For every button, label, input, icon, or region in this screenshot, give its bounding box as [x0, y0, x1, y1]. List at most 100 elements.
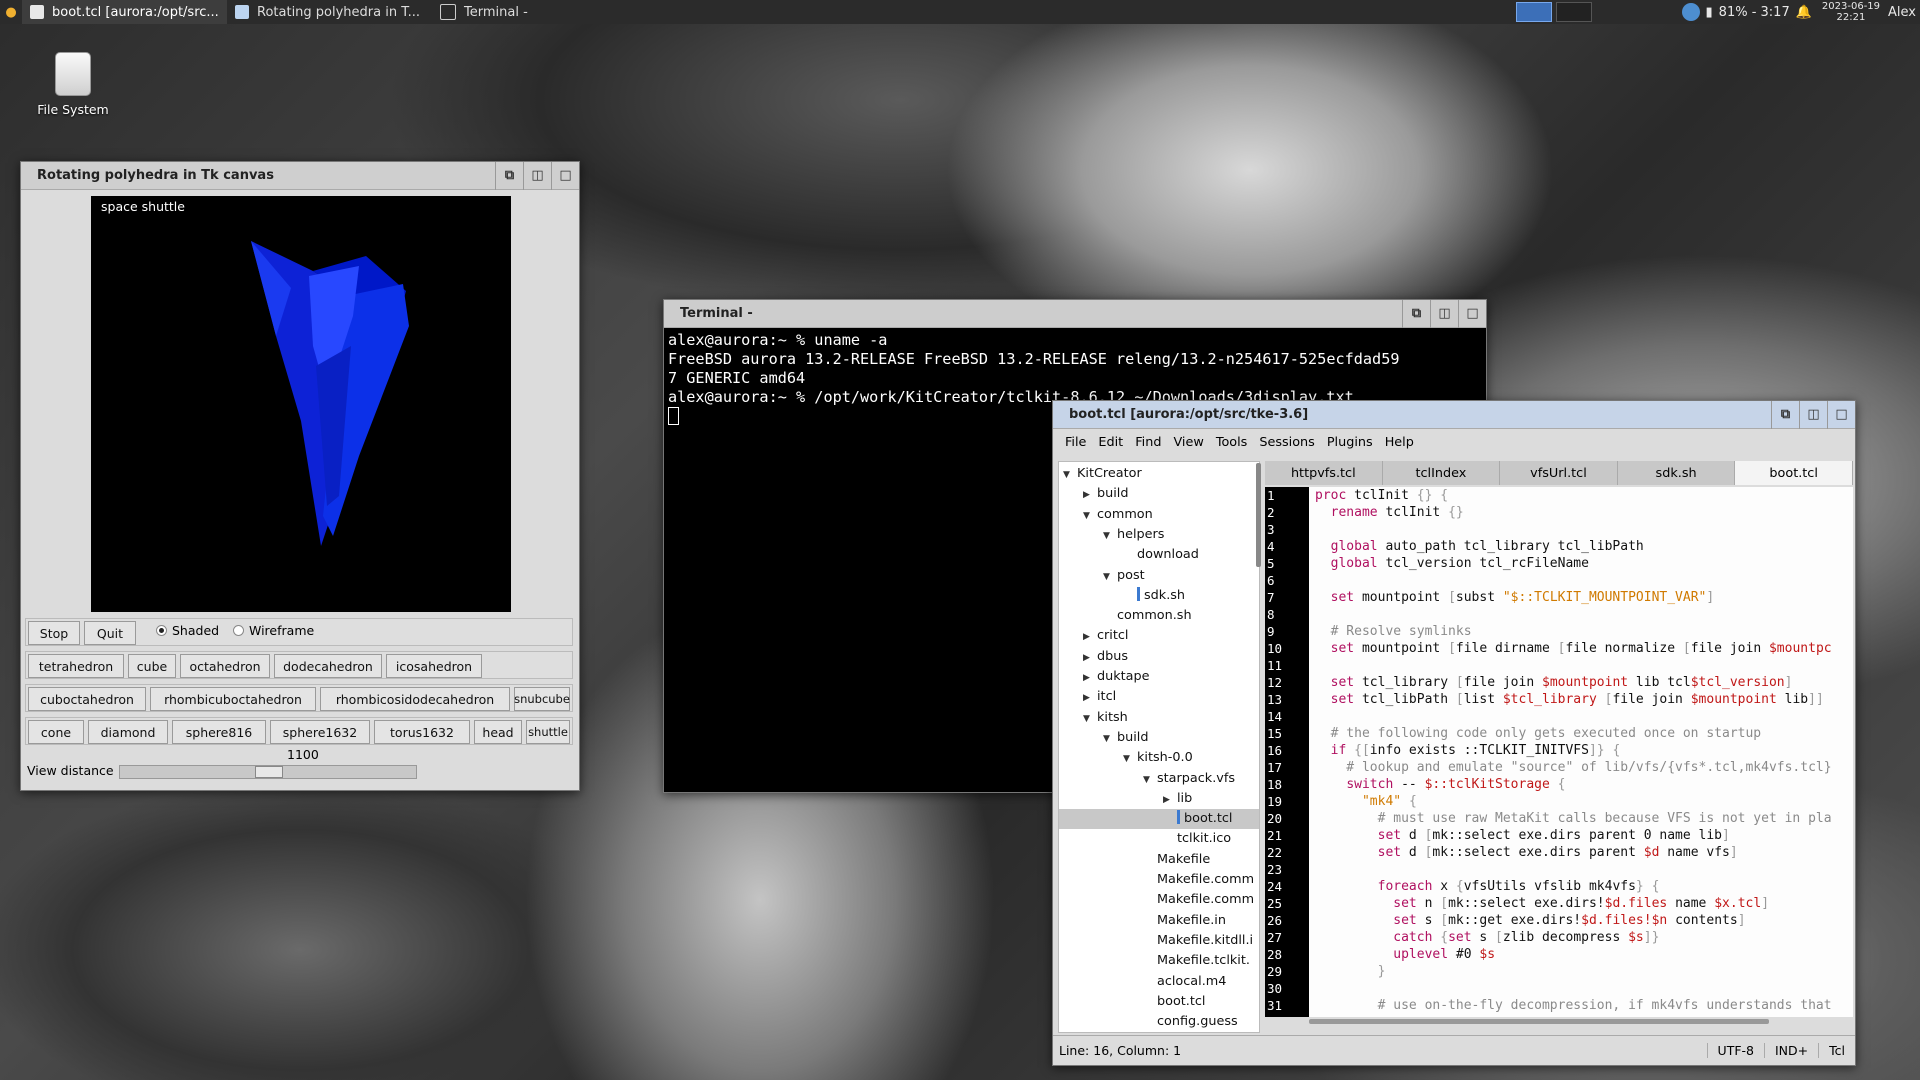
tree-item[interactable]: Makefile [1059, 850, 1259, 870]
menu-edit[interactable]: Edit [1092, 435, 1129, 450]
menu-view[interactable]: View [1167, 435, 1209, 450]
collapsed-arrow-icon[interactable]: ▶ [1083, 648, 1097, 668]
shape-button[interactable]: dodecahedron [274, 654, 382, 678]
task-button-editor[interactable]: boot.tcl [aurora:/opt/src... [22, 0, 227, 24]
workspace-2[interactable] [1555, 2, 1592, 22]
polyhedron-canvas[interactable]: space shuttle [91, 196, 511, 612]
tree-item[interactable]: boot.tcl [1059, 992, 1259, 1012]
expanded-arrow-icon[interactable]: ▼ [1103, 729, 1117, 749]
shape-button[interactable]: diamond [88, 720, 168, 744]
task-button-polyhedra[interactable]: Rotating polyhedra in T... [227, 0, 432, 24]
slider-thumb[interactable] [255, 766, 283, 778]
tree-item[interactable]: boot.tcl [1059, 809, 1259, 830]
tree-item[interactable]: Makefile.comm [1059, 890, 1259, 910]
shape-button[interactable]: snubcube [514, 687, 570, 711]
wireframe-radio[interactable]: Wireframe [233, 623, 314, 638]
shape-button[interactable]: shuttle [526, 720, 570, 744]
tree-item[interactable]: config.guess [1059, 1012, 1259, 1032]
view-distance-slider[interactable] [119, 765, 417, 779]
workspace-1[interactable] [1515, 2, 1552, 22]
menu-file[interactable]: File [1059, 435, 1092, 450]
tree-item[interactable]: ▼ post [1059, 566, 1259, 586]
editor-titlebar[interactable]: boot.tcl [aurora:/opt/src/tke-3.6] ⧉ ◫ □ [1053, 400, 1855, 429]
collapsed-arrow-icon[interactable]: ▶ [1163, 790, 1177, 810]
expanded-arrow-icon[interactable]: ▼ [1063, 465, 1077, 485]
menu-plugins[interactable]: Plugins [1321, 435, 1379, 450]
shape-button[interactable]: cone [28, 720, 84, 744]
restore-icon[interactable]: ⧉ [1771, 400, 1799, 429]
restore-icon[interactable]: ⧉ [1402, 299, 1430, 328]
tree-item[interactable]: tclkit.ico [1059, 829, 1259, 849]
expanded-arrow-icon[interactable]: ▼ [1143, 770, 1157, 790]
expanded-arrow-icon[interactable]: ▼ [1083, 506, 1097, 526]
notification-bell-icon[interactable]: 🔔 [1796, 5, 1812, 20]
maximize-icon[interactable]: ◫ [1799, 400, 1827, 429]
tree-item[interactable]: ▶ build [1059, 484, 1259, 504]
maximize-icon[interactable]: ◫ [1430, 299, 1458, 328]
menu-find[interactable]: Find [1129, 435, 1167, 450]
terminal-titlebar[interactable]: Terminal - ⧉ ◫ □ [664, 299, 1486, 328]
close-icon[interactable]: □ [551, 161, 579, 190]
tree-item[interactable]: ▶ duktape [1059, 667, 1259, 687]
shape-button[interactable]: cube [128, 654, 176, 678]
expanded-arrow-icon[interactable]: ▼ [1083, 709, 1097, 729]
shaded-radio[interactable]: Shaded [156, 623, 219, 638]
network-icon[interactable] [1681, 3, 1700, 21]
language-indicator[interactable]: Tcl [1818, 1043, 1855, 1058]
quit-button[interactable]: Quit [84, 621, 136, 645]
shape-button[interactable]: sphere816 [172, 720, 266, 744]
shape-button[interactable]: head [474, 720, 522, 744]
menu-sessions[interactable]: Sessions [1253, 435, 1321, 450]
tree-item[interactable]: common.sh [1059, 606, 1259, 626]
tree-item[interactable]: ▶ lib [1059, 789, 1259, 809]
tab-sdk[interactable]: sdk.sh [1617, 461, 1736, 485]
task-button-terminal[interactable]: Terminal - [432, 0, 637, 24]
menu-tools[interactable]: Tools [1210, 435, 1254, 450]
desktop-icon-file-system[interactable]: File System [28, 52, 118, 117]
battery-icon[interactable]: ▮ [1706, 5, 1713, 20]
shape-button[interactable]: cuboctahedron [28, 687, 146, 711]
collapsed-arrow-icon[interactable]: ▶ [1083, 688, 1097, 708]
tree-item[interactable]: ▶ critcl [1059, 626, 1259, 646]
applications-menu-icon[interactable]: ● [0, 0, 22, 24]
clock[interactable]: 2023-06-19 22:21 [1822, 1, 1880, 23]
shape-button[interactable]: tetrahedron [28, 654, 124, 678]
shape-button[interactable]: rhombicosidodecahedron [320, 687, 510, 711]
tree-item[interactable]: Makefile.comm [1059, 870, 1259, 890]
expanded-arrow-icon[interactable]: ▼ [1103, 567, 1117, 587]
shape-button[interactable]: octahedron [180, 654, 270, 678]
tree-item[interactable]: ▼ KitCreator [1059, 464, 1259, 484]
polyhedra-titlebar[interactable]: Rotating polyhedra in Tk canvas ⧉ ◫ □ [21, 161, 579, 190]
tree-item[interactable]: download [1059, 545, 1259, 565]
code-editor[interactable]: proc tclInit {} { rename tclInit {} glob… [1309, 487, 1853, 1017]
expanded-arrow-icon[interactable]: ▼ [1123, 749, 1137, 769]
tree-item[interactable]: ▼ kitsh [1059, 708, 1259, 728]
tree-item[interactable]: ▶ itcl [1059, 687, 1259, 707]
tree-item[interactable]: ▼ helpers [1059, 525, 1259, 545]
menu-help[interactable]: Help [1379, 435, 1420, 450]
file-tree[interactable]: ▼ KitCreator ▶ build ▼ common ▼ helpers download… [1058, 461, 1260, 1033]
shape-button[interactable]: rhombicuboctahedron [150, 687, 316, 711]
shape-button[interactable]: icosahedron [386, 654, 482, 678]
collapsed-arrow-icon[interactable]: ▶ [1083, 627, 1097, 647]
tree-item[interactable]: Makefile.tclkit. [1059, 951, 1259, 971]
tab-httpvfs[interactable]: httpvfs.tcl [1265, 461, 1383, 485]
tab-vfsurl[interactable]: vfsUrl.tcl [1500, 461, 1618, 485]
user-menu[interactable]: Alex [1888, 5, 1916, 20]
maximize-icon[interactable]: ◫ [523, 161, 551, 190]
tree-item[interactable]: ▼ starpack.vfs [1059, 769, 1259, 789]
tab-tclindex[interactable]: tclIndex [1382, 461, 1501, 485]
encoding-indicator[interactable]: UTF-8 [1706, 1043, 1764, 1058]
tree-item[interactable]: ▼ kitsh-0.0 [1059, 748, 1259, 768]
shape-button[interactable]: sphere1632 [270, 720, 370, 744]
tree-item[interactable]: ▼ common [1059, 505, 1259, 525]
horizontal-scrollbar[interactable] [1309, 1019, 1769, 1024]
collapsed-arrow-icon[interactable]: ▶ [1083, 668, 1097, 688]
tree-item[interactable]: ▼ build [1059, 728, 1259, 748]
expanded-arrow-icon[interactable]: ▼ [1103, 526, 1117, 546]
tab-boot[interactable]: boot.tcl [1735, 461, 1853, 485]
close-icon[interactable]: □ [1458, 299, 1486, 328]
close-icon[interactable]: □ [1827, 400, 1855, 429]
tree-item[interactable]: aclocal.m4 [1059, 972, 1259, 992]
stop-button[interactable]: Stop [28, 621, 80, 645]
